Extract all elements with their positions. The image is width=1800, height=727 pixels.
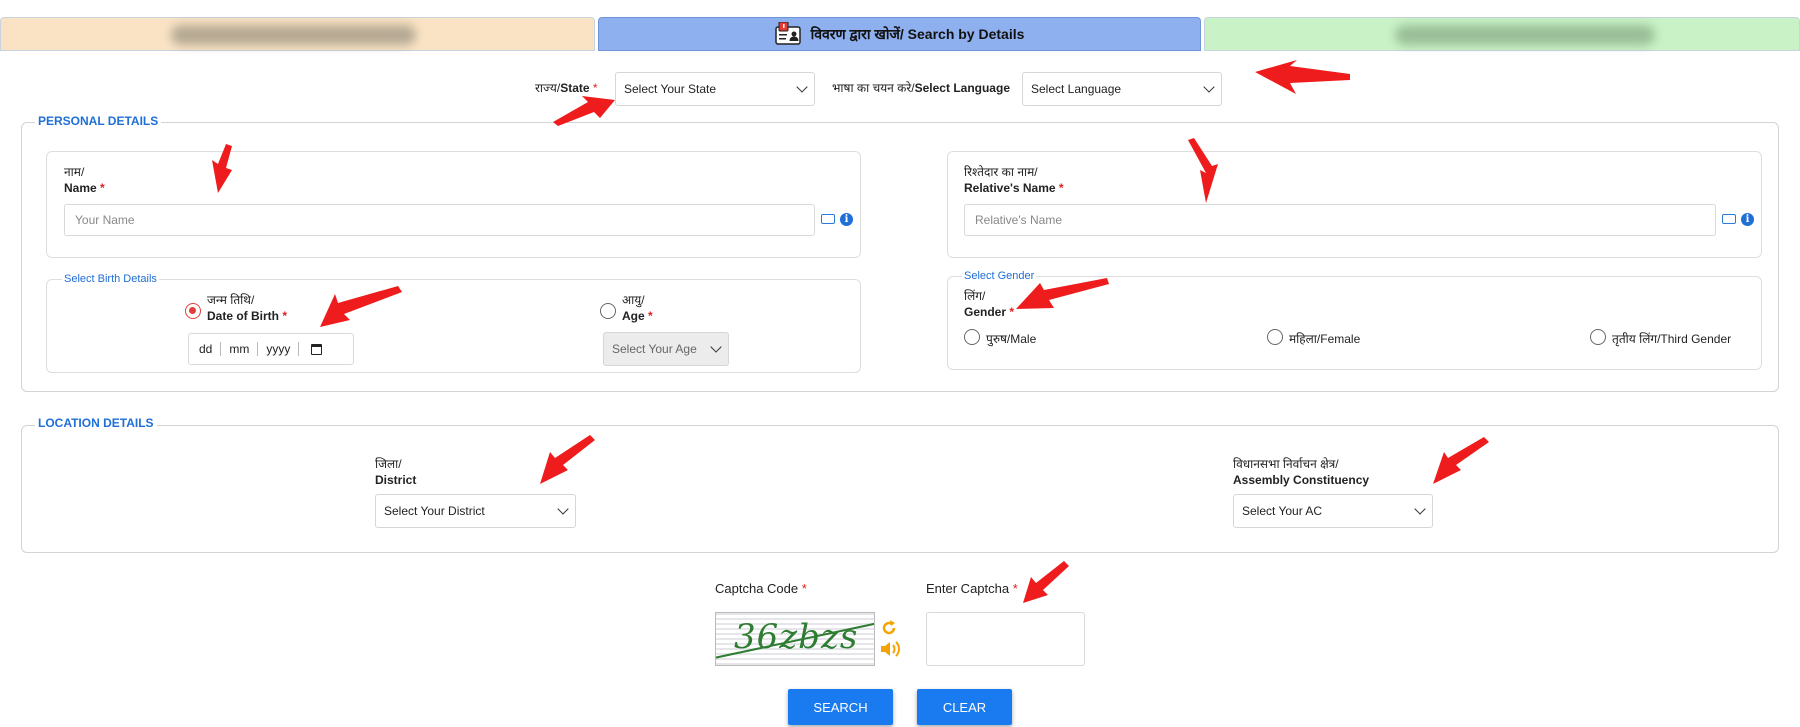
arrow-to-language: [1255, 60, 1350, 94]
arrow-to-ac: [1433, 437, 1489, 484]
arrow-to-dob: [320, 286, 402, 327]
arrow-to-relative-name: [1188, 138, 1218, 203]
arrow-to-gender: [1016, 278, 1109, 309]
arrow-to-name: [212, 144, 232, 193]
arrow-to-district: [540, 435, 595, 484]
annotation-arrows: [212, 60, 1489, 603]
arrow-to-captcha: [1023, 561, 1069, 603]
arrow-to-state: [553, 96, 615, 126]
